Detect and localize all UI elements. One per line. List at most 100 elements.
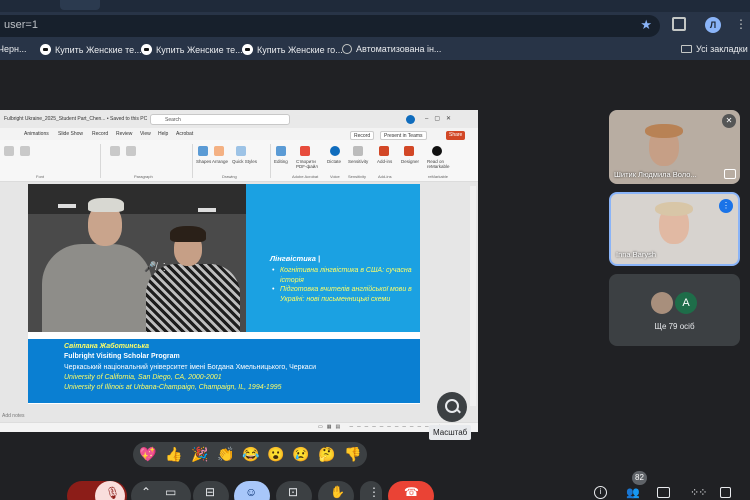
- menu-record[interactable]: Record: [92, 131, 108, 137]
- hang-up-icon: ☎: [404, 485, 419, 499]
- zoom-in-icon[interactable]: [437, 392, 467, 422]
- menu-animations[interactable]: Animations: [24, 131, 49, 137]
- create-pdf-icon[interactable]: [300, 146, 310, 156]
- ppt-search-box[interactable]: Search: [150, 114, 290, 125]
- site-icon: [141, 44, 152, 55]
- menu-slide-show[interactable]: Slide Show: [58, 131, 83, 137]
- bookmark-item[interactable]: Купить Женские те...: [40, 44, 142, 55]
- all-bookmarks-label: Усі закладки: [696, 44, 748, 54]
- bookmark-star-icon[interactable]: ★: [640, 17, 652, 33]
- slide-editor-area: 🎤̸ ⋮ Лінгвістика | Когнітивна лінгвістик…: [0, 182, 478, 432]
- slide-heading: Лінгвістика |: [270, 254, 321, 263]
- slide-bullet: Когнітивна лінгвістика в США: сучасна іс…: [272, 266, 412, 285]
- camera-toggle[interactable]: ⌃ ▭: [131, 481, 191, 500]
- reaction-sad[interactable]: 😢: [292, 445, 309, 464]
- mic-off-icon: 🎙: [105, 486, 121, 500]
- participant-tile[interactable]: ✕ Шитик Людмила Воло...: [609, 110, 740, 184]
- reaction-thumbs-up[interactable]: 👍: [165, 445, 182, 464]
- sensitivity-label: Sensitivity: [348, 159, 369, 164]
- reaction-clap[interactable]: 👏: [217, 445, 234, 464]
- editing-icon[interactable]: [276, 146, 286, 156]
- emoji-icon: ☺: [245, 485, 258, 499]
- mic-off-icon: ✕: [722, 114, 736, 128]
- emoji-button[interactable]: ☺: [234, 481, 270, 500]
- group-sensitivity: Sensitivity: [348, 174, 367, 179]
- captions-button[interactable]: ⊟: [193, 481, 229, 500]
- tab[interactable]: [60, 0, 100, 10]
- align-icon[interactable]: [126, 146, 136, 156]
- extensions-icon[interactable]: [672, 17, 686, 31]
- info-icon[interactable]: i: [594, 486, 607, 499]
- present-button[interactable]: ⊡: [276, 481, 312, 500]
- bookmark-label: Черн...: [0, 44, 27, 54]
- add-ins-icon[interactable]: [379, 146, 389, 156]
- reaction-thumbs-down[interactable]: 👎: [344, 445, 361, 464]
- scholar-host-1: University of California, San Diego, CA,…: [64, 374, 222, 381]
- share-button[interactable]: Share: [446, 131, 466, 140]
- menu-help[interactable]: Help: [158, 131, 168, 137]
- more-participants-label: Ще 79 осіб: [654, 322, 695, 331]
- add-ins-label: Add-ins: [377, 159, 393, 164]
- all-bookmarks[interactable]: Усі закладки: [681, 44, 748, 54]
- bookmark-item[interactable]: Автоматизована ін...: [342, 44, 441, 54]
- participant-avatar-letter: A: [675, 292, 697, 314]
- shapes-icon[interactable]: [198, 146, 208, 156]
- font-size-icon[interactable]: [20, 146, 30, 156]
- photo-man-hair: [88, 198, 124, 212]
- chat-icon[interactable]: [657, 487, 670, 498]
- browser-menu-icon[interactable]: ⋮: [735, 17, 747, 31]
- activities-icon[interactable]: ⁘⁘: [690, 486, 707, 499]
- menu-view[interactable]: View: [140, 131, 151, 137]
- reaction-heart[interactable]: 💖: [139, 445, 156, 464]
- shapes-label: Shapes: [196, 159, 212, 164]
- view-buttons-icon[interactable]: ▭▦▤ ─────────── +: [318, 424, 445, 430]
- bookmark-item[interactable]: Купить Женские го...: [242, 44, 343, 55]
- reaction-laugh[interactable]: 😂: [242, 445, 259, 464]
- slide[interactable]: 🎤̸ ⋮ Лінгвістика | Когнітивна лінгвістик…: [28, 184, 420, 404]
- remarkable-icon[interactable]: [432, 146, 442, 156]
- shared-screen: Fulbright Ukraine_2025_Student Part_Chen…: [0, 110, 478, 432]
- participant-tile-speaking[interactable]: ⋮ Inna Barysh: [609, 192, 740, 266]
- bookmark-label: Купить Женские те...: [156, 45, 243, 55]
- raise-hand-button[interactable]: ✋: [318, 481, 354, 500]
- reaction-party[interactable]: 🎉: [191, 445, 208, 464]
- search-placeholder: Search: [165, 117, 181, 123]
- slide-bullet: Підготовка вчителів англійської мови в У…: [272, 285, 412, 304]
- font-icon[interactable]: [4, 146, 14, 156]
- menu-review[interactable]: Review: [116, 131, 132, 137]
- record-button[interactable]: Record: [350, 131, 375, 140]
- vertical-scrollbar[interactable]: [470, 186, 476, 406]
- reaction-surprised[interactable]: 😮: [267, 445, 284, 464]
- ppt-account-avatar[interactable]: [406, 115, 415, 124]
- group-voice: Voice: [330, 174, 340, 179]
- bookmark-item[interactable]: Купить Женские те...: [141, 44, 243, 55]
- arrange-icon[interactable]: [214, 146, 224, 156]
- dictate-icon[interactable]: [330, 146, 340, 156]
- menu-acrobat[interactable]: Acrobat: [176, 131, 193, 137]
- scholar-affiliation: Черкаський національний університет імен…: [64, 364, 317, 371]
- designer-label: Designer: [401, 159, 420, 164]
- raise-hand-icon: ✋: [330, 485, 345, 499]
- ppt-status-bar: ▭▦▤ ─────────── +: [0, 422, 478, 432]
- window-controls-icon[interactable]: –▢✕: [425, 115, 457, 122]
- ceiling-light: [58, 204, 76, 208]
- present-in-teams-button[interactable]: Present in Teams: [380, 131, 427, 140]
- chevron-up-icon: ⌃: [141, 485, 152, 499]
- omnibox[interactable]: user=1 ★: [0, 15, 660, 37]
- group-adobe-acrobat: Adobe Acrobat: [292, 174, 319, 179]
- more-participants-tile[interactable]: A Ще 79 осіб: [609, 274, 740, 346]
- group-remarkable: reMarkable: [428, 174, 449, 179]
- designer-icon[interactable]: [404, 146, 414, 156]
- people-icon[interactable]: 👥: [626, 486, 640, 499]
- host-controls-icon[interactable]: [720, 487, 731, 498]
- leave-call-button[interactable]: ☎: [388, 481, 434, 500]
- pin-icon[interactable]: [724, 169, 736, 179]
- bullets-icon[interactable]: [110, 146, 120, 156]
- more-options-button[interactable]: ⋮: [360, 481, 382, 500]
- quick-styles-icon[interactable]: [236, 146, 246, 156]
- reaction-thinking[interactable]: 🤔: [318, 445, 335, 464]
- sensitivity-icon[interactable]: [353, 146, 363, 156]
- add-notes[interactable]: Add notes: [2, 413, 25, 419]
- profile-avatar[interactable]: Л: [705, 17, 721, 33]
- bookmark-item[interactable]: Черн...: [0, 44, 26, 54]
